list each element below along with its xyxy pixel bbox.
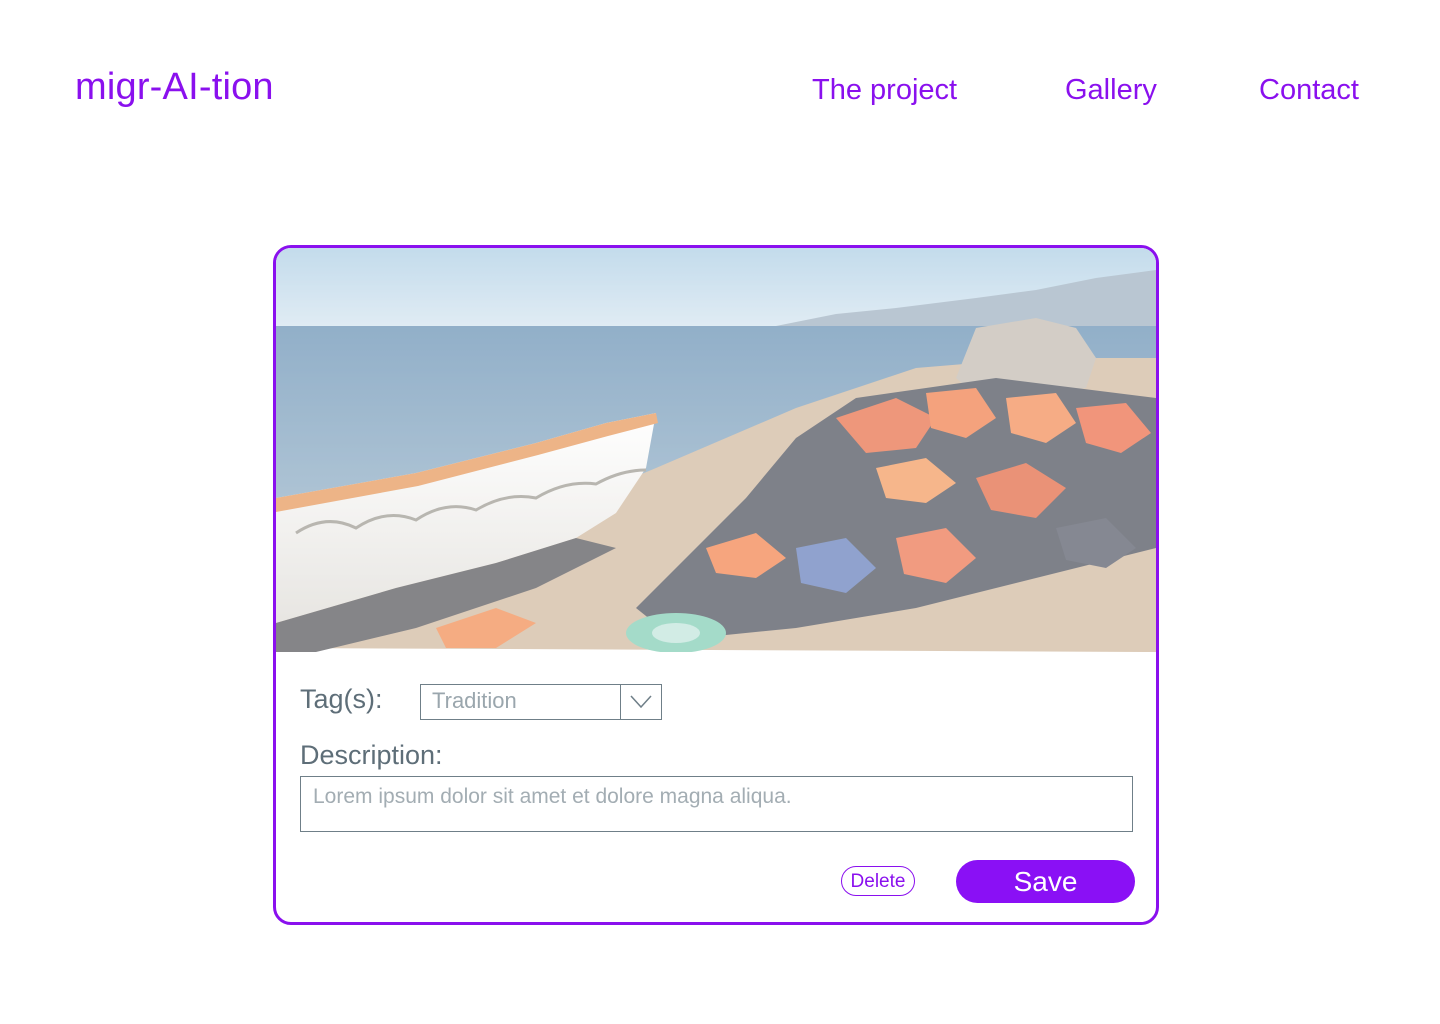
nav-contact[interactable]: Contact xyxy=(1259,74,1359,107)
tags-select-value: Tradition xyxy=(432,688,517,713)
description-label: Description: xyxy=(300,740,443,770)
delete-button[interactable]: Delete xyxy=(841,866,915,896)
tags-select[interactable]: Tradition xyxy=(420,684,662,720)
image-edit-card: Tag(s): Tradition Description: Lorem ips… xyxy=(273,245,1159,925)
gallery-photo xyxy=(276,248,1156,652)
nav-the-project[interactable]: The project xyxy=(812,74,957,107)
nav-gallery[interactable]: Gallery xyxy=(1065,74,1157,107)
brand-logo[interactable]: migr-AI-tion xyxy=(75,66,274,109)
description-placeholder: Lorem ipsum dolor sit amet et dolore mag… xyxy=(313,785,792,808)
description-field[interactable]: Lorem ipsum dolor sit amet et dolore mag… xyxy=(300,776,1133,832)
save-button[interactable]: Save xyxy=(956,860,1135,903)
chevron-down-icon[interactable] xyxy=(620,685,661,719)
tags-label: Tag(s): xyxy=(300,684,383,714)
